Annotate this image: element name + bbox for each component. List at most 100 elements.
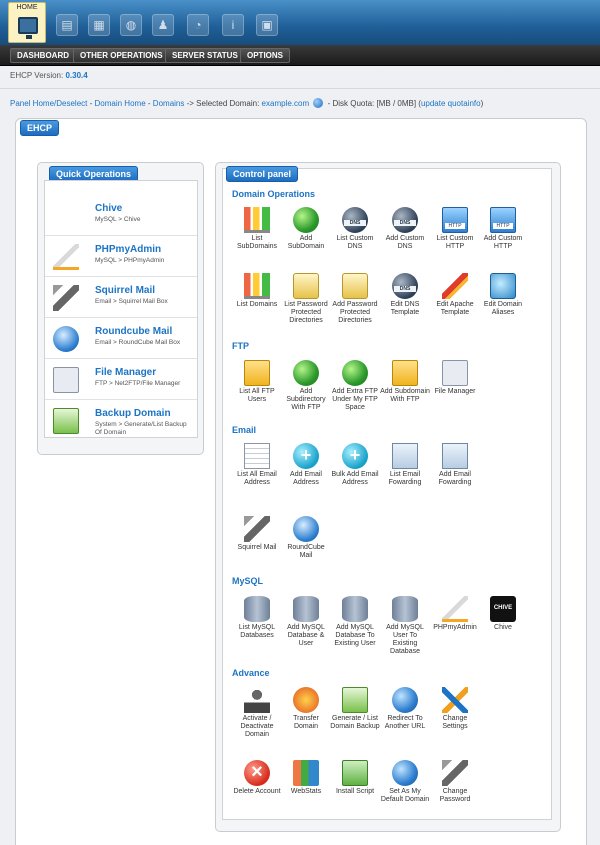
cp-edit-apache-template[interactable]: Edit Apache Template	[430, 273, 480, 317]
selected-domain-link[interactable]: example.com	[262, 99, 310, 108]
tools-icon	[442, 687, 468, 713]
cp-roundcube-mail[interactable]: RoundCube Mail	[281, 516, 331, 560]
cp-add-subdomain-ftp[interactable]: Add Subdomain With FTP	[380, 360, 430, 404]
cp-add-subdomain[interactable]: Add SubDomain	[281, 207, 331, 251]
server-icon[interactable]: ▦	[88, 14, 110, 36]
cp-chive[interactable]: Chive	[478, 596, 528, 632]
cp-redirect-url[interactable]: Redirect To Another URL	[380, 687, 430, 731]
cp-add-mysql-db-existing-user[interactable]: Add MySQL Database To Existing User	[330, 596, 380, 648]
ehcp-tab: EHCP	[20, 120, 60, 136]
globe-icon	[392, 760, 418, 786]
cp-add-subdirectory-ftp[interactable]: Add Subdirectory With FTP	[281, 360, 331, 412]
install-icon	[342, 760, 368, 786]
quick-op-roundcube-mail[interactable]: Roundcube Mail Email > RoundCube Mail Bo…	[45, 318, 197, 359]
cp-list-custom-dns[interactable]: List Custom DNS	[330, 207, 380, 251]
cp-install-script[interactable]: Install Script	[330, 760, 380, 796]
cp-label: List MySQL Databases	[238, 624, 276, 639]
quick-op-backup-domain[interactable]: Backup Domain System > Generate/List Bac…	[45, 400, 197, 441]
cp-set-default-domain[interactable]: Set As My Default Domain	[380, 760, 430, 804]
cp-activate-deactivate[interactable]: Activate / Deactivate Domain	[232, 687, 282, 739]
cp-add-extra-ftp[interactable]: Add Extra FTP Under My FTP Space	[330, 360, 380, 412]
home-tab[interactable]: HOME	[8, 2, 46, 43]
quick-op-sub: System > Generate/List Backup Of Domain	[95, 421, 187, 436]
stats-icon	[293, 760, 319, 786]
key-icon	[442, 760, 468, 786]
cp-edit-domain-aliases[interactable]: Edit Domain Aliases	[478, 273, 528, 317]
cp-list-mysql-databases[interactable]: List MySQL Databases	[232, 596, 282, 640]
section-domain-operations: Domain Operations	[232, 189, 316, 199]
database-icon	[244, 596, 270, 622]
cp-label: Change Settings	[442, 715, 468, 730]
cp-label: List Password Protected Directories	[284, 301, 328, 324]
cp-label: Generate / List Domain Backup	[330, 715, 380, 730]
globe-redirect-icon	[392, 687, 418, 713]
cp-add-email-forwarding[interactable]: Add Email Fowarding	[430, 443, 480, 487]
cp-change-settings[interactable]: Change Settings	[430, 687, 480, 731]
cp-phpmyadmin[interactable]: PHPmyAdmin	[430, 596, 480, 632]
quick-op-title: File Manager	[95, 367, 157, 378]
squirrel-icon	[53, 285, 79, 311]
dns-icon	[342, 207, 368, 233]
update-quota-link[interactable]: update quotainfo	[421, 99, 481, 108]
cp-label: Add Extra FTP Under My FTP Space	[332, 388, 378, 411]
cp-file-manager[interactable]: File Manager	[430, 360, 480, 396]
quick-op-chive[interactable]: Chive MySQL > Chive	[45, 195, 197, 236]
lock-icon	[293, 273, 319, 299]
cp-transfer-domain[interactable]: Transfer Domain	[281, 687, 331, 731]
cp-list-ftp-users[interactable]: List All FTP Users	[232, 360, 282, 404]
cp-edit-dns-template[interactable]: Edit DNS Template	[380, 273, 430, 317]
globe-icon[interactable]	[313, 98, 324, 108]
phpmyadmin-icon	[442, 596, 468, 622]
database-icon	[342, 596, 368, 622]
quick-op-file-manager[interactable]: File Manager FTP > Net2FTP/File Manager	[45, 359, 197, 400]
cp-add-custom-dns[interactable]: Add Custom DNS	[380, 207, 430, 251]
cp-generate-backup[interactable]: Generate / List Domain Backup	[330, 687, 380, 731]
nav-server-status[interactable]: SERVER STATUS	[165, 48, 245, 63]
nav-other-operations[interactable]: OTHER OPERATIONS	[73, 48, 170, 63]
cp-list-domains[interactable]: List Domains	[232, 273, 282, 309]
pie-chart-icon[interactable]: ◔	[187, 14, 209, 36]
cp-add-mysql-db-user[interactable]: Add MySQL Database & User	[281, 596, 331, 648]
quick-op-squirrel-mail[interactable]: Squirrel Mail Email > Squirrel Mail Box	[45, 277, 197, 318]
domains-link[interactable]: Domains	[153, 99, 185, 108]
domain-home-link[interactable]: Domain Home	[95, 99, 146, 108]
cp-list-email-forwarding[interactable]: List Email Fowarding	[380, 443, 430, 487]
cp-label: File Manager	[434, 388, 476, 395]
info-icon[interactable]: i	[222, 14, 244, 36]
network-globe-icon[interactable]: ◍	[120, 14, 142, 36]
cp-squirrel-mail[interactable]: Squirrel Mail	[232, 516, 282, 552]
cp-list-custom-http[interactable]: List Custom HTTP	[430, 207, 480, 251]
cp-bulk-add-email[interactable]: Bulk Add Email Address	[330, 443, 380, 487]
cp-list-subdomains[interactable]: List SubDomains	[232, 207, 282, 251]
cp-label: Change Password	[439, 788, 471, 803]
nav-dashboard[interactable]: DASHBOARD	[10, 48, 76, 63]
domain-doc-icon[interactable]: ▤	[56, 14, 78, 36]
cp-add-custom-http[interactable]: Add Custom HTTP	[478, 207, 528, 251]
quick-op-title: Backup Domain	[95, 408, 171, 419]
quick-operations-list: Chive MySQL > Chive PHPmyAdmin MySQL > P…	[44, 180, 198, 438]
monitor-icon	[18, 17, 38, 39]
cp-webstats[interactable]: WebStats	[281, 760, 331, 796]
cp-list-password-protected[interactable]: List Password Protected Directories	[281, 273, 331, 325]
breadcrumb: Panel Home/Deselect - Domain Home - Doma…	[10, 98, 483, 108]
cp-add-mysql-user-existing-db[interactable]: Add MySQL User To Existing Database	[380, 596, 430, 656]
nav-options[interactable]: OPTIONS	[240, 48, 291, 63]
cp-add-email[interactable]: Add Email Address	[281, 443, 331, 487]
panel-home-link[interactable]: Panel Home/Deselect	[10, 99, 87, 108]
quick-op-phpmyadmin[interactable]: PHPmyAdmin MySQL > PHPmyAdmin	[45, 236, 197, 277]
cp-list-email[interactable]: List All Email Address	[232, 443, 282, 487]
transfer-icon	[293, 687, 319, 713]
add-circle-icon	[293, 443, 319, 469]
cp-label: Add SubDomain	[287, 235, 325, 250]
cp-label: Edit Apache Template	[436, 301, 474, 316]
cp-label: Add MySQL Database To Existing User	[334, 624, 376, 647]
disk-quota-text: - Disk Quota: [MB / 0MB] (	[327, 99, 421, 108]
cp-delete-account[interactable]: Delete Account	[232, 760, 282, 796]
clipboard-icon[interactable]: ▣	[256, 14, 278, 36]
cp-label: Transfer Domain	[293, 715, 319, 730]
cp-change-password[interactable]: Change Password	[430, 760, 480, 804]
cp-add-password-protected[interactable]: Add Password Protected Directories	[330, 273, 380, 325]
cp-label: Bulk Add Email Address	[331, 471, 379, 486]
user-icon[interactable]: ♟	[152, 14, 174, 36]
squirrel-icon	[244, 516, 270, 542]
